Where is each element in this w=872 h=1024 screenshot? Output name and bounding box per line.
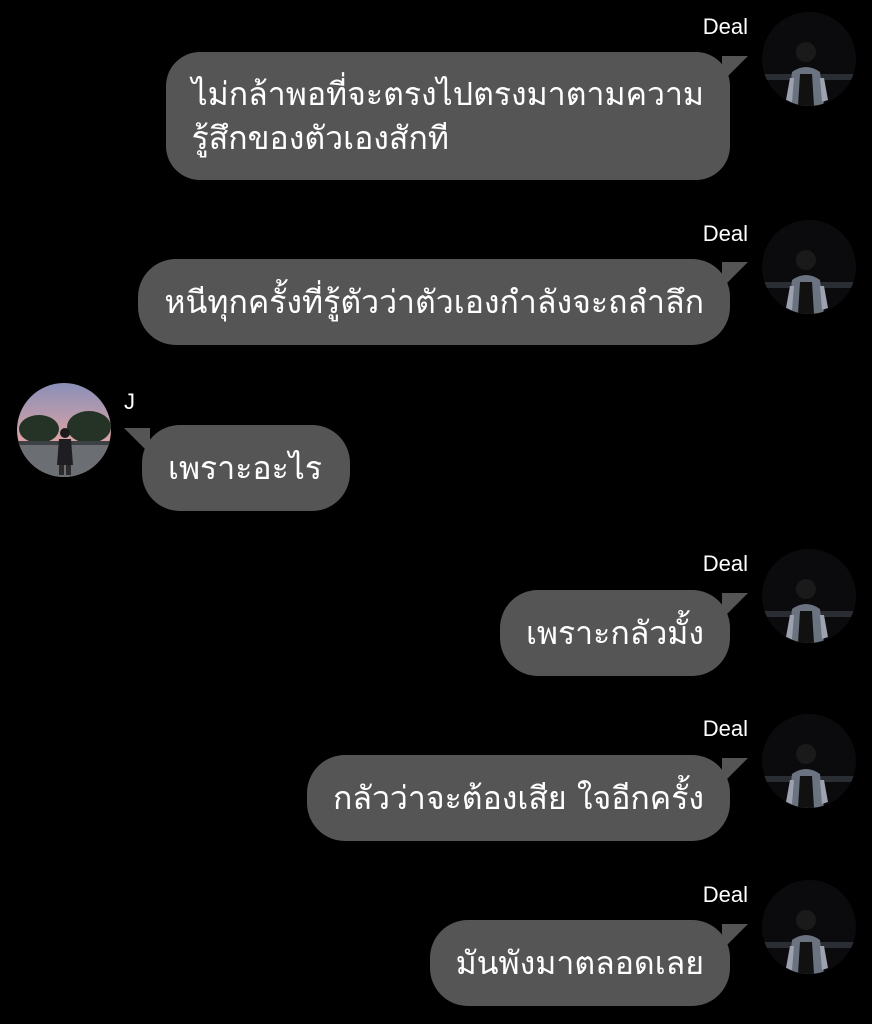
deal-avatar[interactable] [762, 549, 856, 643]
sender-name: J [124, 389, 135, 414]
message-bubble[interactable]: มันพังมาตลอดเลย [429, 920, 730, 1006]
sender-name: Deal [702, 14, 748, 39]
message-text-line: หนีทุกครั้งที่รู้ตัวว่าตัวเองกำลังจะถลำล… [164, 283, 704, 321]
message-bubble[interactable]: ไม่กล้าพอที่จะตรงไปตรงมาตามความ รู้สึกขอ… [165, 52, 730, 180]
deal-avatar[interactable] [762, 714, 856, 808]
message-text-line: กลัวว่าจะต้องเสีย ใจอีกครั้ง [332, 779, 704, 817]
message-bubble[interactable]: กลัวว่าจะต้องเสีย ใจอีกครั้ง [306, 755, 730, 841]
message-text-line: รู้สึกของตัวเองสักที [191, 119, 449, 157]
sender-name: Deal [702, 221, 748, 246]
deal-avatar[interactable] [762, 12, 856, 106]
message-text-line: มันพังมาตลอดเลย [455, 944, 704, 982]
message-text-line: เพราะอะไร [168, 449, 323, 487]
message-text-line: เพราะกลัวมั้ง [525, 614, 704, 652]
message-text-line: ไม่กล้าพอที่จะตรงไปตรงมาตามความ [191, 75, 704, 113]
message-bubble[interactable]: เพราะอะไร [142, 425, 350, 511]
sender-name: Deal [702, 551, 748, 576]
deal-avatar[interactable] [762, 220, 856, 314]
message-bubble[interactable]: เพราะกลัวมั้ง [499, 590, 730, 676]
sender-name: Deal [702, 882, 748, 907]
sender-name: Deal [702, 716, 748, 741]
j-avatar[interactable] [17, 383, 111, 477]
message-bubble[interactable]: หนีทุกครั้งที่รู้ตัวว่าตัวเองกำลังจะถลำล… [138, 259, 730, 345]
deal-avatar[interactable] [762, 880, 856, 974]
